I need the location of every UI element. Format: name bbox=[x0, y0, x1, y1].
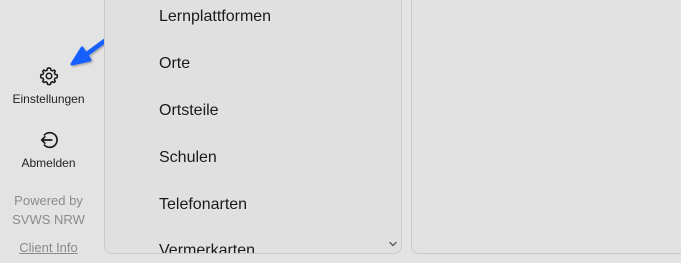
list-item[interactable]: Orte bbox=[159, 55, 190, 73]
logout-icon bbox=[40, 131, 58, 149]
detail-panel bbox=[411, 0, 681, 254]
catalog-list-panel: Lernplattformen Orte Ortsteile Schulen T… bbox=[104, 0, 402, 254]
list-item[interactable]: Telefonarten bbox=[159, 196, 247, 214]
chevron-down-icon[interactable] bbox=[388, 239, 398, 249]
powered-by-text: Powered by SVWS NRW bbox=[0, 191, 97, 229]
powered-by-line: Powered by bbox=[14, 193, 83, 208]
logout-label: Abmelden bbox=[21, 156, 76, 170]
list-item[interactable]: Lernplattformen bbox=[159, 8, 271, 26]
list-item[interactable]: Vermerkarten bbox=[159, 242, 255, 253]
list-item[interactable]: Ortsteile bbox=[159, 102, 219, 120]
gear-icon bbox=[39, 67, 58, 86]
client-info-link[interactable]: Client Info bbox=[0, 240, 97, 255]
logout-button[interactable]: Abmelden bbox=[0, 129, 97, 170]
settings-label: Einstellungen bbox=[12, 92, 85, 106]
brand-name: SVWS NRW bbox=[12, 212, 85, 227]
list-item[interactable]: Schulen bbox=[159, 149, 217, 167]
